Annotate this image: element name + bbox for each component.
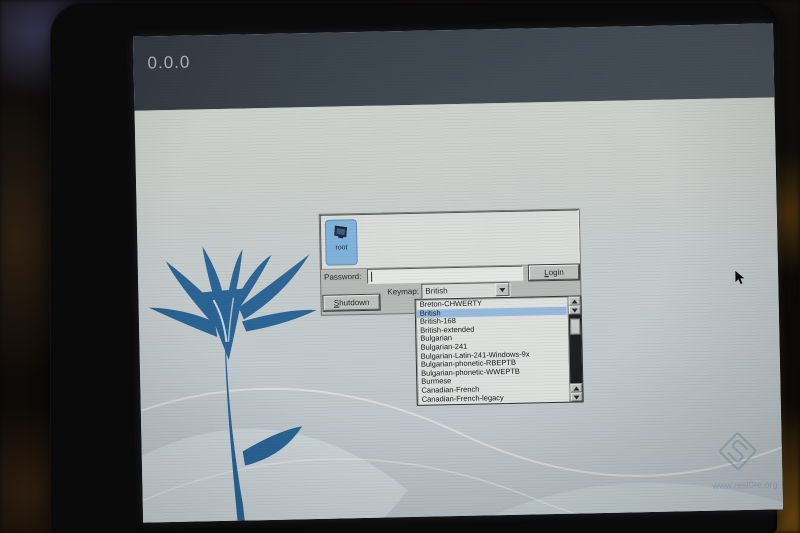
scroll-down-button[interactable]: [569, 305, 581, 314]
text-caret: [371, 272, 372, 282]
titlebar: 0.0.0: [133, 23, 774, 110]
flower-graphic: [145, 240, 337, 523]
scroll-up-button-bottom[interactable]: [570, 383, 582, 392]
login-button[interactable]: Login: [529, 264, 579, 280]
monitor-icon: [332, 224, 350, 239]
keymap-dropdown-list: Breton-CHWERTYBritishBritish-168British-…: [415, 295, 584, 405]
website-url: www.rest0re.org: [712, 479, 777, 490]
mouse-pointer: [735, 270, 746, 286]
monitor-bezel: 0.0.0: [50, 2, 777, 533]
keymap-label: Keymap:: [387, 287, 419, 297]
password-label: Password:: [324, 272, 362, 282]
login-screen: 0.0.0: [133, 23, 783, 522]
keymap-value: British: [422, 283, 495, 298]
chevron-down-icon: [499, 288, 505, 292]
arrow-up-icon: [573, 386, 579, 390]
combo-dropdown-button[interactable]: [495, 283, 509, 296]
diamond-s-logo: [717, 430, 758, 473]
keymap-option[interactable]: Canadian-French-legacy: [419, 392, 569, 404]
scrollbar[interactable]: [568, 296, 583, 401]
hostname-text: 0.0.0: [147, 53, 190, 74]
shutdown-button[interactable]: Shutdown: [323, 295, 379, 311]
arrow-up-icon: [572, 300, 578, 304]
arrow-down-icon: [574, 395, 580, 399]
scrollbar-thumb[interactable]: [570, 318, 580, 334]
arrow-down-icon: [572, 308, 578, 312]
keymap-options: Breton-CHWERTYBritishBritish-168British-…: [417, 298, 569, 404]
scroll-up-button[interactable]: [569, 296, 581, 305]
user-name-label: root: [326, 244, 356, 253]
user-item-root[interactable]: root: [325, 219, 358, 266]
scroll-down-button-bottom[interactable]: [571, 392, 583, 401]
user-list: root: [320, 209, 580, 269]
